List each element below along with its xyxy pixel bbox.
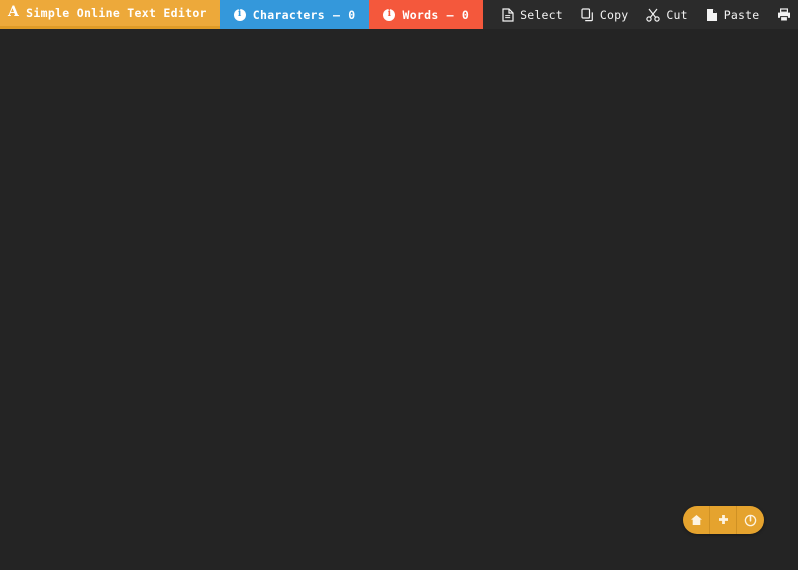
paste-icon <box>706 8 718 22</box>
toolbar: Select Copy Cut Paste <box>483 0 798 29</box>
power-icon <box>744 514 757 527</box>
cut-button-label: Cut <box>666 7 688 22</box>
select-button[interactable]: Select <box>493 0 572 29</box>
app-brand: A Simple Online Text Editor <box>0 0 220 29</box>
printer-icon <box>777 7 791 22</box>
app-title: Simple Online Text Editor <box>26 6 207 20</box>
character-counter-label: Characters <box>252 7 326 22</box>
text-editor-area[interactable] <box>0 29 798 570</box>
home-button[interactable] <box>683 506 710 534</box>
copy-button[interactable]: Copy <box>572 0 638 29</box>
word-counter-value: 0 <box>461 7 470 22</box>
top-bar: A Simple Online Text Editor Characters –… <box>0 0 798 29</box>
word-counter-separator: – <box>446 7 454 22</box>
cut-button[interactable]: Cut <box>637 0 696 29</box>
select-button-label: Select <box>520 7 563 22</box>
floating-action-group <box>683 506 764 534</box>
power-button[interactable] <box>737 506 764 534</box>
scissors-icon <box>646 8 661 22</box>
file-icon <box>502 7 514 22</box>
print-button[interactable]: Print <box>768 0 798 29</box>
info-circle-icon <box>233 8 246 21</box>
character-counter: Characters – 0 <box>219 0 370 29</box>
word-counter-label: Words <box>402 7 439 22</box>
font-a-icon: A <box>8 4 20 20</box>
home-icon <box>690 514 703 526</box>
paste-button[interactable]: Paste <box>697 0 769 29</box>
info-circle-icon <box>383 8 396 21</box>
copy-button-label: Copy <box>599 7 629 22</box>
copy-icon <box>581 7 594 22</box>
plus-icon <box>717 514 730 527</box>
character-counter-separator: – <box>333 7 341 22</box>
paste-button-label: Paste <box>723 7 760 22</box>
character-counter-value: 0 <box>348 7 356 22</box>
add-button[interactable] <box>710 506 737 534</box>
word-counter: Words – 0 <box>369 0 484 29</box>
